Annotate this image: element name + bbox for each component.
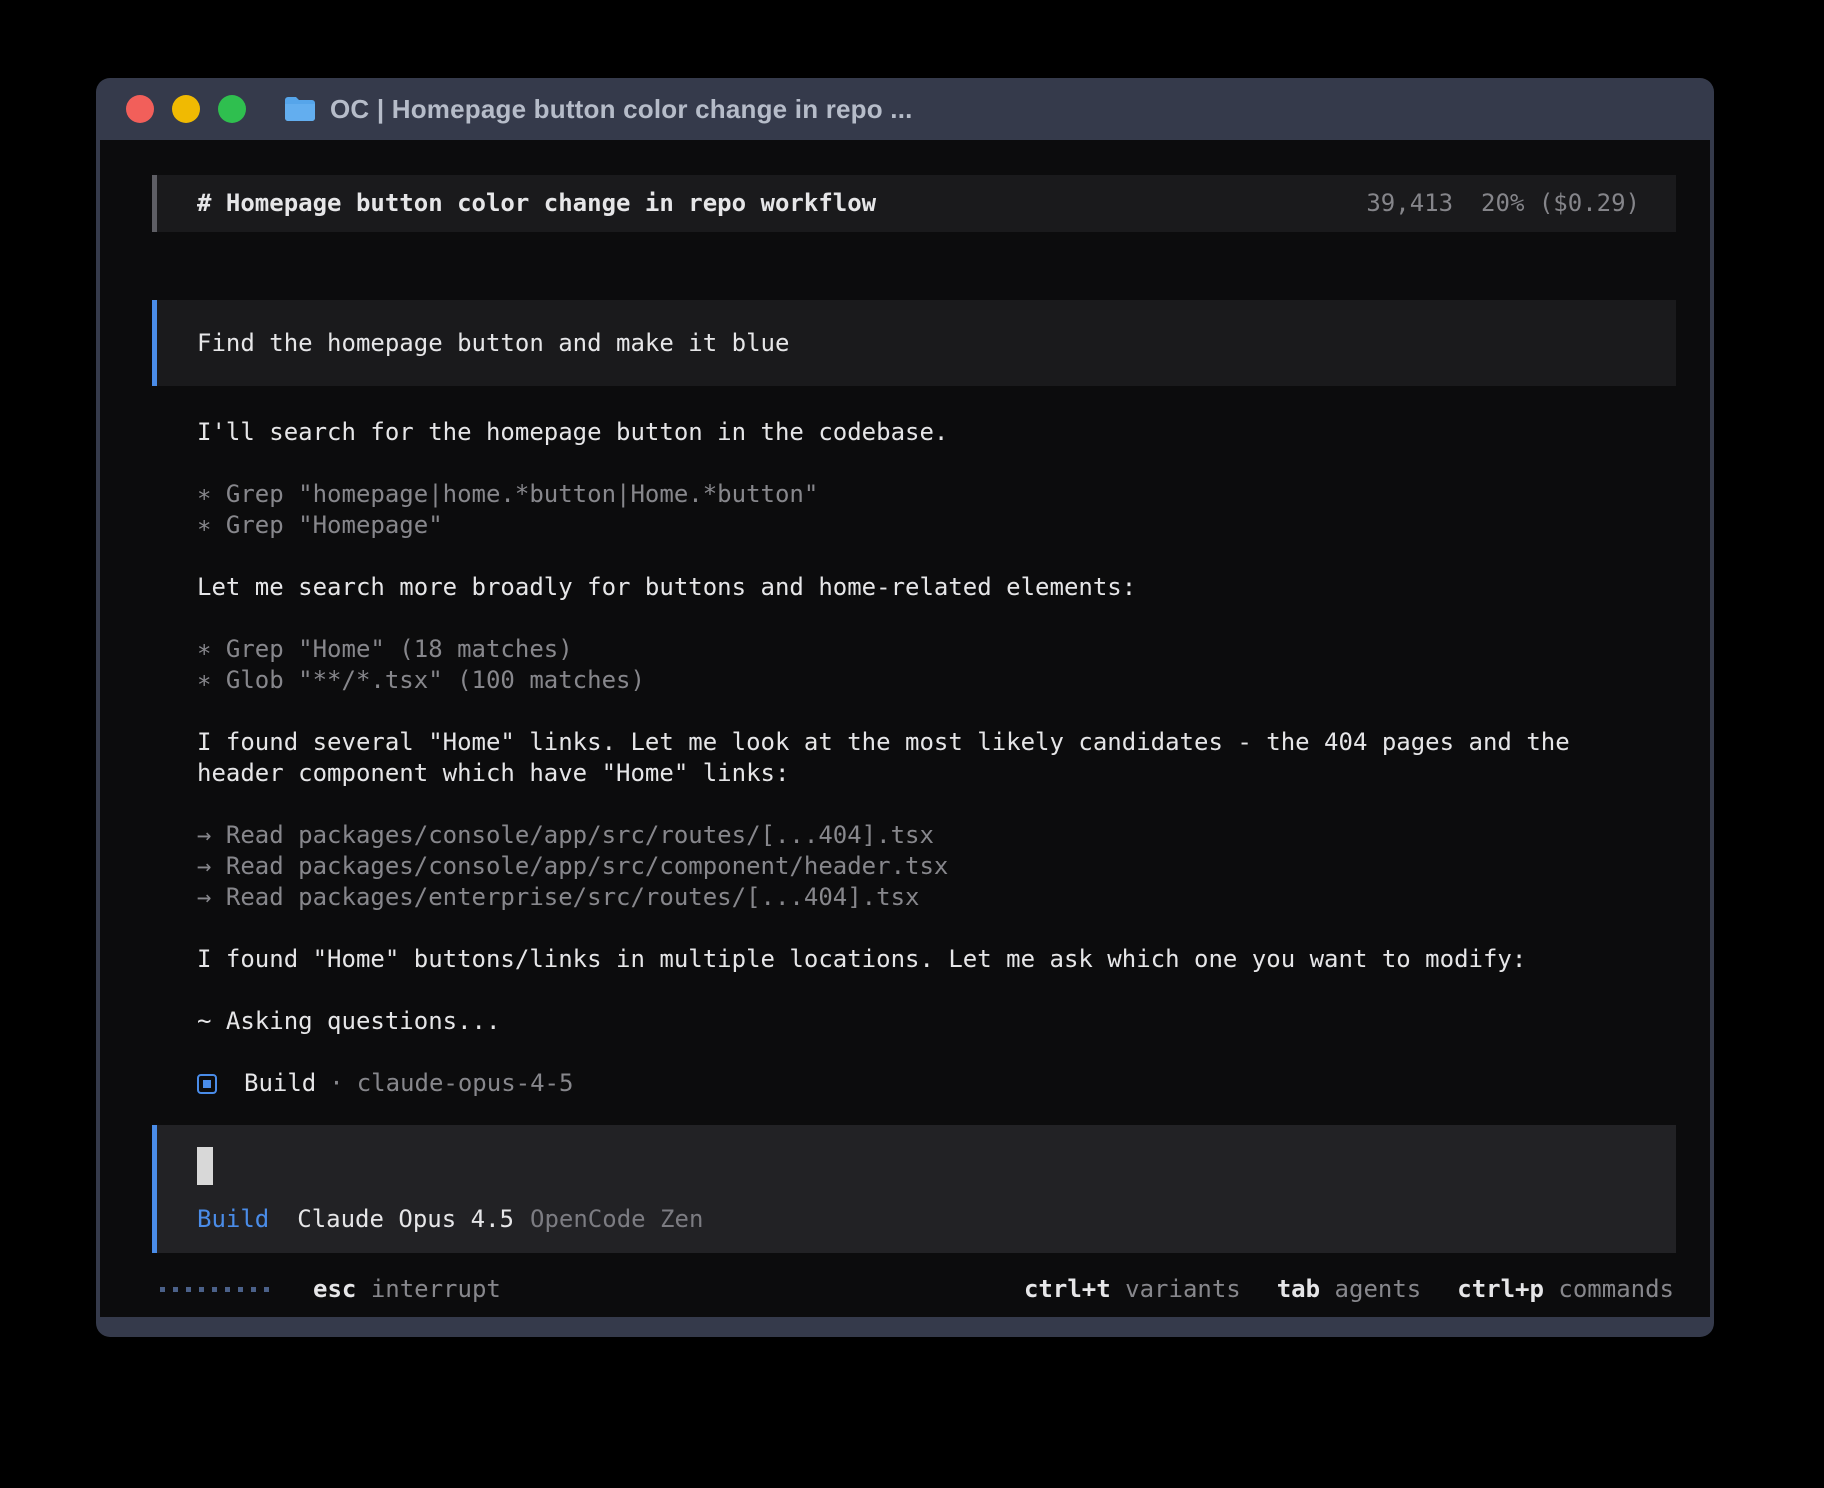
- status-asking-questions: ~ Asking questions...: [197, 1006, 1676, 1037]
- shortcut-variants[interactable]: ctrl+t variants: [1024, 1274, 1241, 1305]
- text-cursor: [197, 1147, 213, 1185]
- shortcut-hints: ctrl+t variants tab agents ctrl+p comman…: [1024, 1274, 1674, 1305]
- minimize-button[interactable]: [172, 95, 200, 123]
- session-title: # Homepage button color change in repo w…: [197, 188, 876, 219]
- status-bar: esc interrupt ctrl+t variants tab agents…: [160, 1274, 1674, 1305]
- terminal-content: # Homepage button color change in repo w…: [100, 140, 1710, 1317]
- tool-call-read: → Read packages/console/app/src/routes/[…: [197, 820, 1676, 851]
- window-title: OC | Homepage button color change in rep…: [330, 94, 913, 125]
- working-throbber-icon: [160, 1287, 269, 1292]
- tool-call-read: → Read packages/enterprise/src/routes/[.…: [197, 882, 1676, 913]
- session-meta: 39,413 20% ($0.29): [1366, 188, 1640, 219]
- editor-provider: OpenCode Zen: [530, 1204, 703, 1235]
- agent-separator: ·: [329, 1068, 343, 1099]
- assistant-text: Let me search more broadly for buttons a…: [197, 572, 1676, 603]
- agent-badge: Build · claude-opus-4-5: [197, 1068, 1676, 1099]
- token-count: 39,413: [1366, 188, 1453, 219]
- tool-call-glob: ∗ Glob "**/*.tsx" (100 matches): [197, 665, 1676, 696]
- user-message: Find the homepage button and make it blu…: [152, 300, 1676, 386]
- terminal-window: OC | Homepage button color change in rep…: [96, 78, 1714, 1337]
- session-header: # Homepage button color change in repo w…: [152, 175, 1676, 232]
- assistant-text: header component which have "Home" links…: [197, 758, 1676, 789]
- agent-square-icon: [197, 1074, 217, 1094]
- user-message-text: Find the homepage button and make it blu…: [197, 328, 789, 359]
- tool-call-grep: ∗ Grep "homepage|home.*button|Home.*butt…: [197, 479, 1676, 510]
- fullscreen-button[interactable]: [218, 95, 246, 123]
- agent-model: claude-opus-4-5: [357, 1068, 574, 1099]
- assistant-text: I found "Home" buttons/links in multiple…: [197, 944, 1676, 975]
- tool-call-read: → Read packages/console/app/src/componen…: [197, 851, 1676, 882]
- esc-label: interrupt: [371, 1275, 501, 1303]
- tool-call-grep: ∗ Grep "Home" (18 matches): [197, 634, 1676, 665]
- window-titlebar: OC | Homepage button color change in rep…: [100, 78, 1710, 140]
- shortcut-agents[interactable]: tab agents: [1277, 1274, 1422, 1305]
- assistant-text: I found several "Home" links. Let me loo…: [197, 727, 1676, 758]
- tool-call-grep: ∗ Grep "Homepage": [197, 510, 1676, 541]
- shortcut-commands[interactable]: ctrl+p commands: [1457, 1274, 1674, 1305]
- assistant-output: I'll search for the homepage button in t…: [197, 417, 1676, 1099]
- traffic-lights: [126, 95, 246, 123]
- editor-status-row: Build Claude Opus 4.5 OpenCode Zen: [197, 1204, 1636, 1235]
- editor-model[interactable]: Claude Opus 4.5: [297, 1204, 514, 1235]
- shortcut-interrupt[interactable]: esc interrupt: [313, 1274, 501, 1305]
- editor-mode[interactable]: Build: [197, 1204, 269, 1235]
- context-cost: 20% ($0.29): [1481, 188, 1640, 219]
- close-button[interactable]: [126, 95, 154, 123]
- folder-icon: [284, 96, 316, 122]
- prompt-editor[interactable]: Build Claude Opus 4.5 OpenCode Zen: [152, 1125, 1676, 1253]
- assistant-text: I'll search for the homepage button in t…: [197, 417, 1676, 448]
- agent-name: Build: [244, 1068, 316, 1099]
- esc-key: esc: [313, 1275, 356, 1303]
